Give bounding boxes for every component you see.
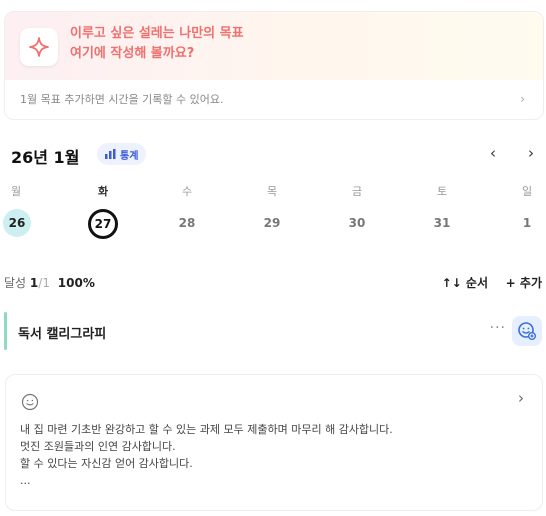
note-line: 할 수 있다는 자신감 얻어 감사합니다.	[20, 457, 193, 470]
weekday-sun: 일	[521, 185, 533, 198]
progress-label: 달성	[4, 276, 27, 290]
prev-week-button[interactable]: ‹	[490, 144, 496, 162]
weekday-thu: 목	[266, 185, 278, 198]
bar-chart-icon	[105, 149, 116, 159]
note-line: 내 집 마련 기초반 완강하고 할 수 있는 과제 모두 제출하며 마무리 해 …	[20, 423, 393, 436]
mood-check-icon[interactable]	[512, 316, 542, 346]
goal-title-line1: 이루고 싶은 설레는 나만의 목표	[70, 26, 244, 41]
date-cell[interactable]: 29	[257, 209, 287, 237]
habit-item[interactable]: 독서 캘리그라피 ···	[4, 312, 542, 350]
weekday-row: 월 화 수 목 금 토 일	[0, 183, 546, 201]
stats-label: 통계	[120, 150, 139, 162]
goal-subtitle: 1월 목표 추가하면 시간을 기록할 수 있어요.	[20, 93, 224, 106]
weekday-sat: 토	[436, 185, 448, 198]
goal-banner[interactable]: 이루고 싶은 설레는 나만의 목표 여기에 작성해 볼까요?	[5, 12, 543, 80]
goal-card[interactable]: 이루고 싶은 설레는 나만의 목표 여기에 작성해 볼까요? 1월 목표 추가하…	[4, 11, 544, 120]
progress-row: 달성 1/1 100% ↑↓ 순서 + 추가	[4, 274, 542, 292]
date-cell[interactable]: 30	[342, 209, 372, 237]
add-button[interactable]: + 추가	[506, 274, 542, 291]
month-label: 26년 1월	[11, 148, 80, 167]
note-text: 내 집 마련 기초반 완강하고 할 수 있는 과제 모두 제출하며 마무리 해 …	[20, 421, 393, 489]
weekday-tue: 화	[97, 185, 109, 198]
stats-button[interactable]: 통계	[97, 143, 147, 165]
sparkle-icon	[20, 28, 58, 66]
order-button[interactable]: ↑↓ 순서	[442, 274, 488, 291]
goal-subtitle-row[interactable]: 1월 목표 추가하면 시간을 기록할 수 있어요. ›	[5, 80, 543, 118]
progress-total: /1	[38, 276, 50, 290]
note-line: ...	[20, 474, 31, 487]
weekday-wed: 수	[181, 185, 193, 198]
more-options-button[interactable]: ···	[490, 320, 506, 336]
date-cell[interactable]: 1	[512, 209, 542, 237]
chevron-right-icon[interactable]: ›	[520, 92, 525, 106]
date-today[interactable]: 27	[88, 209, 118, 239]
date-cell[interactable]: 31	[427, 209, 457, 237]
date-completed[interactable]: 26	[3, 209, 31, 237]
note-line: 멋진 조원들과의 인연 감사합니다.	[20, 440, 176, 453]
next-week-button[interactable]: ›	[528, 144, 534, 162]
calendar-header: 26년 1월 통계 ‹ ›	[11, 141, 541, 169]
goal-title: 이루고 싶은 설레는 나만의 목표 여기에 작성해 볼까요?	[70, 24, 244, 64]
smile-icon	[21, 393, 39, 415]
progress-percent: 100%	[57, 276, 95, 290]
date-row: 26 27 28 29 30 31 1	[0, 209, 546, 239]
chevron-right-icon[interactable]: ›	[518, 389, 524, 407]
date-cell[interactable]: 28	[172, 209, 202, 237]
habit-color-bar	[4, 312, 7, 350]
habit-name: 독서 캘리그라피	[18, 327, 107, 342]
weekday-fri: 금	[351, 185, 363, 198]
weekday-mon: 월	[10, 185, 22, 198]
goal-title-line2: 여기에 작성해 볼까요?	[70, 46, 195, 61]
gratitude-note-card[interactable]: › 내 집 마련 기초반 완강하고 할 수 있는 과제 모두 제출하며 마무리 …	[5, 374, 543, 511]
